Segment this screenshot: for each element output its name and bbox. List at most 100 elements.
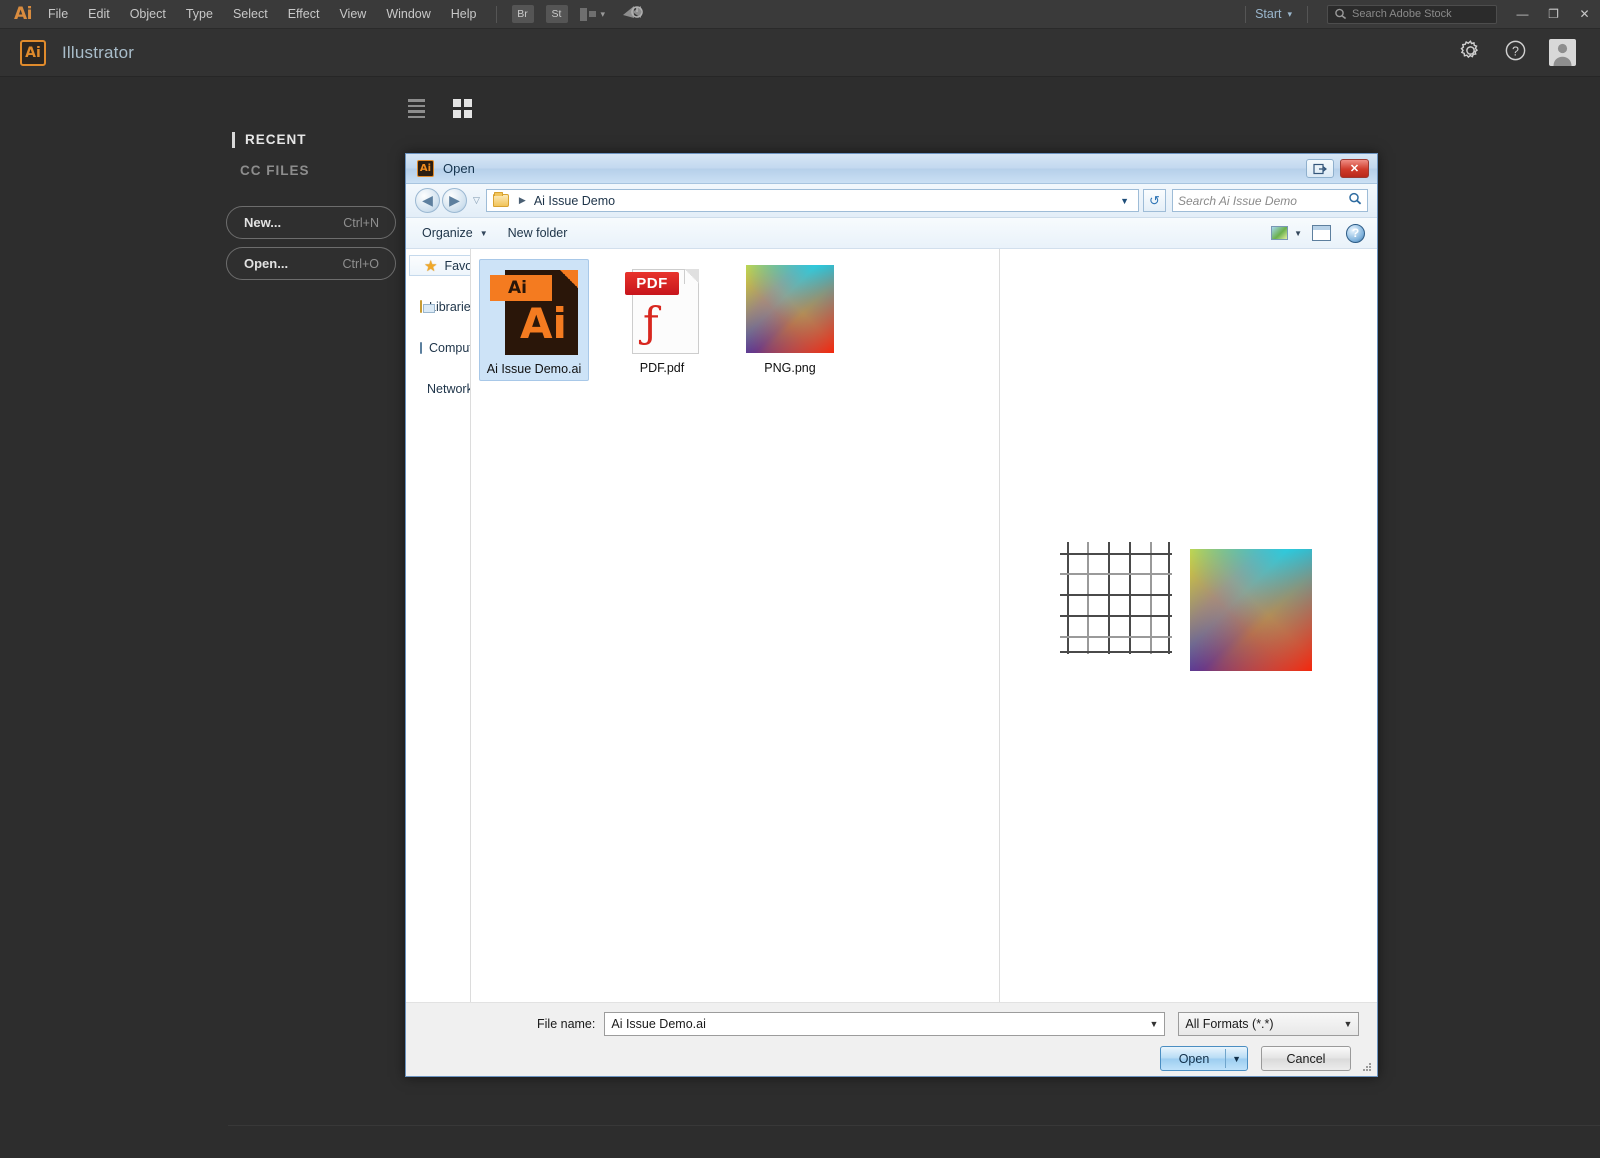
dialog-close-button[interactable]: ✕ [1340, 159, 1369, 178]
file-name-label: File name: [537, 1017, 596, 1031]
breadcrumb[interactable]: Ai Issue Demo [534, 194, 615, 208]
artwork-gradient-preview [1190, 549, 1312, 671]
open-button[interactable]: Open ▼ [1160, 1046, 1248, 1071]
app-close-button[interactable]: ✕ [1569, 0, 1600, 29]
menu-item-view[interactable]: View [329, 0, 376, 29]
menu-divider-right [1245, 5, 1247, 23]
dialog-window-controls: ✕ [1306, 159, 1369, 178]
new-document-label: New... [244, 215, 282, 230]
open-document-button[interactable]: Open... Ctrl+O [226, 247, 396, 280]
caret-down-icon[interactable]: ▼ [1232, 1054, 1241, 1064]
menu-item-type[interactable]: Type [176, 0, 223, 29]
chevron-down-icon[interactable]: ▼ [1343, 1019, 1352, 1029]
forward-arrow-icon[interactable]: ▶ [442, 188, 467, 213]
nav-item-libraries[interactable]: Libraries [406, 296, 470, 317]
new-folder-button[interactable]: New folder [498, 222, 578, 244]
chevron-down-icon[interactable]: ▾ [601, 9, 606, 20]
dialog-restore-button[interactable] [1306, 159, 1334, 178]
gear-icon[interactable] [1459, 39, 1482, 67]
menu-item-object[interactable]: Object [120, 0, 176, 29]
file-item-ai[interactable]: Ai Ai Ai Issue Demo.ai [479, 259, 589, 381]
menu-item-file[interactable]: File [38, 0, 78, 29]
adobe-stock-search-input[interactable]: Search Adobe Stock [1327, 4, 1497, 24]
preview-pane-icon[interactable] [1312, 225, 1331, 241]
menu-item-help[interactable]: Help [441, 0, 487, 29]
chevron-down-icon[interactable]: ▼ [1120, 196, 1129, 206]
stock-button[interactable]: St [545, 5, 568, 23]
nav-item-network[interactable]: Network [406, 378, 470, 399]
chevron-down-icon[interactable]: ▾ [1287, 9, 1292, 20]
open-file-dialog: Ai Open ✕ ◀ ▶ ▽ ▶ Ai Issue Demo ▼ ↺ Sear… [405, 153, 1378, 1077]
address-bar[interactable]: ▶ Ai Issue Demo ▼ [485, 189, 1139, 212]
new-document-shortcut: Ctrl+N [343, 215, 379, 230]
menu-divider [495, 5, 497, 23]
artwork-grid-preview [1060, 542, 1172, 654]
dialog-command-bar: Organize ▼ New folder ▼ ? [406, 218, 1377, 249]
svg-text:?: ? [1512, 44, 1519, 58]
sync-settings-icon[interactable] [621, 3, 643, 26]
file-item-pdf[interactable]: PDF ƒ PDF.pdf [607, 259, 717, 381]
organize-label: Organize [422, 226, 473, 240]
file-format-select[interactable]: All Formats (*.*) ▼ [1178, 1012, 1360, 1036]
file-item-png[interactable]: PNG.png [735, 259, 845, 381]
nav-item-favorites-label: Favorites [444, 258, 471, 273]
file-grid: Ai Ai Ai Issue Demo.ai PDF ƒ PDF.pdf PNG… [479, 259, 991, 381]
start-workspace-button[interactable]: Start [1255, 7, 1281, 21]
menu-item-effect[interactable]: Effect [278, 0, 330, 29]
file-name-row: File name: Ai Issue Demo.ai ▼ All Format… [406, 1012, 1377, 1036]
search-icon[interactable] [1348, 192, 1362, 209]
menu-item-edit[interactable]: Edit [78, 0, 120, 29]
view-toggle-group [408, 99, 472, 121]
arrange-documents-icon[interactable] [579, 7, 596, 21]
change-view-icon[interactable] [1271, 226, 1289, 240]
file-list-area[interactable]: Ai Ai Ai Issue Demo.ai PDF ƒ PDF.pdf PNG… [471, 249, 1000, 1002]
organize-menu-button[interactable]: Organize ▼ [412, 222, 498, 244]
adobe-stock-search-placeholder: Search Adobe Stock [1352, 8, 1452, 20]
sidebar-item-cc-files[interactable]: CC FILES [240, 163, 310, 178]
dialog-title-bar[interactable]: Ai Open ✕ [406, 154, 1377, 184]
open-button-divider [1225, 1049, 1226, 1068]
help-icon[interactable]: ? [1346, 223, 1365, 243]
open-button-label: Open [1178, 1051, 1210, 1066]
file-name-input[interactable]: Ai Issue Demo.ai ▼ [604, 1012, 1166, 1036]
chevron-down-icon[interactable]: ▼ [1149, 1019, 1158, 1029]
cancel-button[interactable]: Cancel [1261, 1046, 1351, 1071]
start-workspace: RECENT CC FILES New... Ctrl+N Open... Ct… [0, 77, 1600, 1158]
dialog-search-input[interactable]: Search Ai Issue Demo [1172, 189, 1368, 212]
grid-view-icon[interactable] [453, 99, 472, 121]
illustrator-window: Ai File Edit Object Type Select Effect V… [0, 0, 1600, 1158]
bridge-button[interactable]: Br [511, 5, 534, 23]
dialog-navigation-bar: ◀ ▶ ▽ ▶ Ai Issue Demo ▼ ↺ Search Ai Issu… [406, 184, 1377, 218]
dialog-title: Open [443, 161, 475, 176]
user-avatar-icon[interactable] [1549, 39, 1576, 66]
file-item-ai-label: Ai Issue Demo.ai [486, 362, 582, 376]
page-title: Illustrator [62, 42, 135, 62]
dialog-button-row: Open ▼ Cancel [1160, 1046, 1351, 1071]
menu-item-window[interactable]: Window [376, 0, 440, 29]
dialog-command-bar-right: ▼ ? [1271, 223, 1371, 243]
menu-bar-right: Start ▾ Search Adobe Stock — ❐ ✕ [1236, 0, 1600, 29]
resize-grip[interactable] [1363, 1063, 1373, 1073]
file-format-value: All Formats (*.*) [1185, 1017, 1274, 1031]
nav-item-network-label: Network [427, 381, 471, 396]
computer-icon [420, 341, 422, 354]
recent-locations-icon[interactable]: ▽ [473, 195, 480, 206]
back-arrow-icon[interactable]: ◀ [415, 188, 440, 213]
new-document-button[interactable]: New... Ctrl+N [226, 206, 396, 239]
workspace-divider [228, 1125, 1600, 1126]
png-file-icon [744, 263, 836, 355]
app-maximize-button[interactable]: ❐ [1538, 0, 1569, 29]
dialog-search-placeholder: Search Ai Issue Demo [1178, 193, 1297, 208]
nav-item-favorites[interactable]: ★ Favorites [409, 255, 470, 276]
dialog-body: ★ Favorites Libraries Computer Network [406, 249, 1377, 1002]
folder-icon [492, 192, 509, 207]
list-view-icon[interactable] [408, 99, 425, 121]
caret-down-icon[interactable]: ▼ [1294, 229, 1302, 238]
dialog-footer: File name: Ai Issue Demo.ai ▼ All Format… [406, 1002, 1377, 1076]
sidebar-item-recent[interactable]: RECENT [232, 132, 307, 148]
app-minimize-button[interactable]: — [1507, 0, 1538, 29]
nav-item-computer[interactable]: Computer [406, 337, 470, 358]
refresh-icon[interactable]: ↺ [1143, 189, 1166, 212]
menu-item-select[interactable]: Select [223, 0, 278, 29]
help-icon[interactable]: ? [1504, 39, 1527, 67]
